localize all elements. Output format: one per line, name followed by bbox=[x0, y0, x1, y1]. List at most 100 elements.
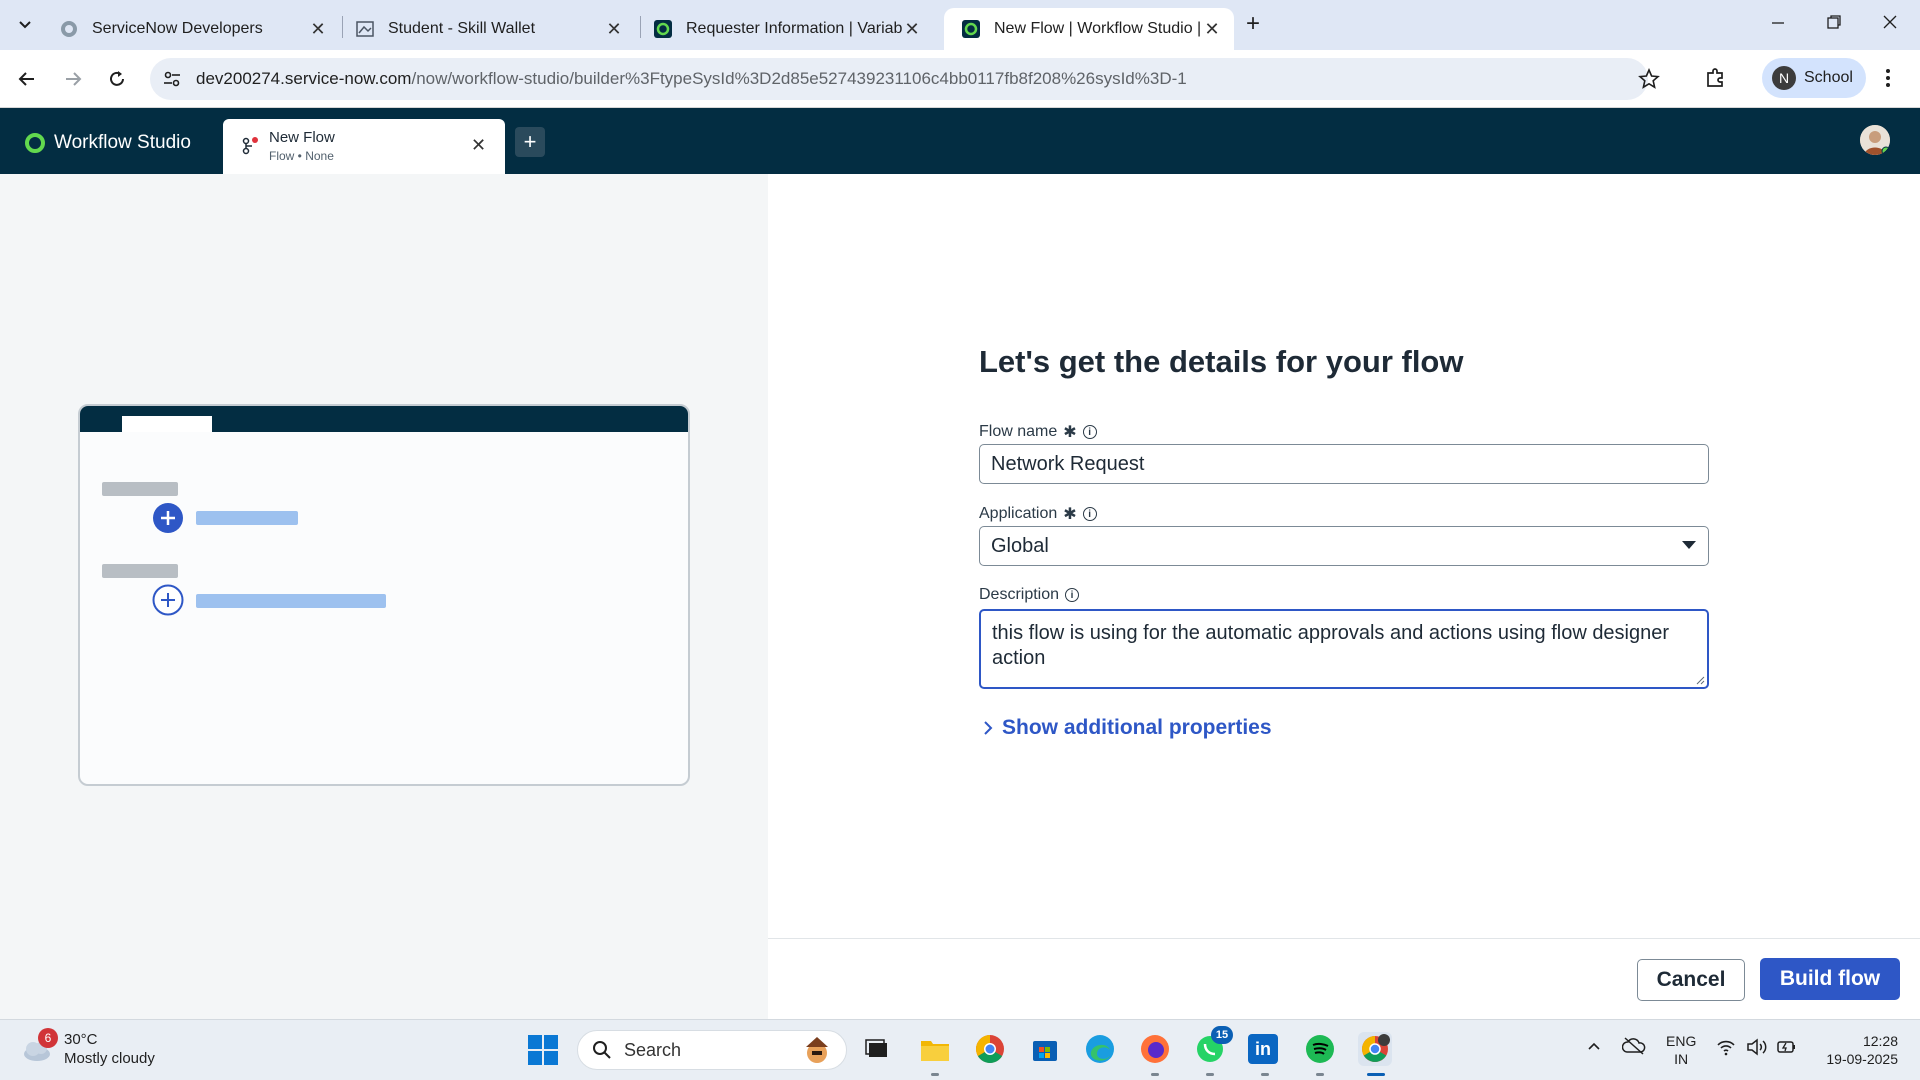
tab-search-chevron-icon[interactable] bbox=[14, 14, 36, 36]
close-icon[interactable]: ✕ bbox=[902, 19, 922, 39]
wifi-icon[interactable] bbox=[1716, 1038, 1736, 1056]
application-label: Application ✱ i bbox=[979, 504, 1097, 524]
servicenow-favicon-icon bbox=[60, 20, 78, 38]
page-title: Let's get the details for your flow bbox=[979, 344, 1464, 379]
build-flow-button[interactable]: Build flow bbox=[1760, 958, 1900, 1000]
user-avatar[interactable] bbox=[1860, 125, 1890, 155]
new-tab-plus-icon[interactable]: + bbox=[1246, 12, 1268, 36]
window-close-icon[interactable] bbox=[1880, 12, 1900, 32]
search-icon bbox=[592, 1040, 612, 1060]
caret-down-icon bbox=[1682, 541, 1696, 549]
running-indicator bbox=[1206, 1073, 1214, 1076]
required-asterisk-icon: ✱ bbox=[1063, 424, 1077, 441]
servicenow-favicon-icon bbox=[962, 20, 980, 38]
application-select[interactable]: Global bbox=[979, 526, 1709, 566]
flow-name-label: Flow name ✱ i bbox=[979, 422, 1097, 442]
close-icon[interactable]: ✕ bbox=[604, 19, 624, 39]
illustration-tab bbox=[122, 416, 212, 432]
cloud-icon: 6 bbox=[20, 1028, 58, 1066]
restore-icon[interactable] bbox=[1824, 12, 1844, 32]
workflow-studio-logo-icon bbox=[24, 132, 46, 154]
windows-start-icon[interactable] bbox=[528, 1035, 558, 1065]
description-textarea[interactable]: this flow is using for the automatic app… bbox=[979, 609, 1709, 689]
close-icon[interactable]: ✕ bbox=[1202, 19, 1222, 39]
tab-title: Student - Skill Wallet bbox=[388, 20, 536, 37]
battery-charging-icon[interactable] bbox=[1776, 1038, 1798, 1056]
cancel-button[interactable]: Cancel bbox=[1637, 959, 1745, 1001]
illustration-panel bbox=[0, 174, 768, 1019]
back-arrow-icon[interactable] bbox=[10, 62, 44, 96]
illustration-actions-placeholder bbox=[102, 564, 178, 578]
skill-wallet-favicon-icon bbox=[356, 20, 374, 38]
app-name: Workflow Studio bbox=[54, 132, 191, 153]
info-icon[interactable]: i bbox=[1082, 425, 1097, 439]
weather-widget[interactable]: 6 30°C Mostly cloudy bbox=[20, 1028, 155, 1068]
language-line1: ENG bbox=[1666, 1033, 1697, 1049]
clock-date: 19-09-2025 bbox=[1826, 1051, 1898, 1067]
browser-menu-icon[interactable] bbox=[1884, 66, 1892, 90]
whatsapp-icon[interactable]: 15 bbox=[1193, 1026, 1233, 1066]
flow-tab[interactable]: New Flow Flow • None ✕ bbox=[223, 119, 505, 174]
onedrive-offline-icon[interactable] bbox=[1622, 1036, 1646, 1056]
description-text: this flow is using for the automatic app… bbox=[992, 622, 1670, 669]
browser-tab-requester-information[interactable]: Requester Information | Variable ✕ bbox=[636, 8, 934, 50]
flow-illustration bbox=[78, 404, 690, 786]
flow-name-input[interactable]: Network Request bbox=[979, 444, 1709, 484]
file-explorer-icon[interactable] bbox=[918, 1032, 952, 1066]
minimize-icon[interactable] bbox=[1768, 12, 1788, 32]
browser-tab-servicenow-developers[interactable]: ServiceNow Developers ✕ bbox=[42, 8, 340, 50]
browser-tab-skill-wallet[interactable]: Student - Skill Wallet ✕ bbox=[338, 8, 636, 50]
tab-title: Requester Information | Variable bbox=[686, 20, 902, 37]
footer-divider bbox=[768, 938, 1920, 939]
profile-label: School bbox=[1804, 69, 1853, 86]
temperature-text: 30°C bbox=[64, 1031, 98, 1048]
add-tab-plus-icon[interactable]: + bbox=[515, 127, 545, 157]
running-indicator bbox=[1316, 1073, 1324, 1076]
servicenow-favicon-icon bbox=[654, 20, 672, 38]
taskbar-search-box[interactable]: Search bbox=[577, 1030, 847, 1070]
weather-text: Mostly cloudy bbox=[64, 1050, 155, 1067]
url-path: /now/workflow-studio/builder%3FtypeSysId… bbox=[411, 69, 1187, 88]
microsoft-store-icon[interactable] bbox=[1028, 1032, 1062, 1066]
running-indicator bbox=[1151, 1073, 1159, 1076]
clock[interactable]: 12:28 19-09-2025 bbox=[1818, 1032, 1898, 1068]
info-icon[interactable]: i bbox=[1082, 507, 1097, 521]
show-additional-properties-link[interactable]: Show additional properties bbox=[982, 716, 1272, 740]
linkedin-icon[interactable]: in bbox=[1248, 1034, 1278, 1064]
forward-arrow-icon[interactable] bbox=[56, 62, 90, 96]
chrome-profile-icon[interactable] bbox=[1358, 1032, 1392, 1066]
chrome-icon[interactable] bbox=[973, 1032, 1007, 1066]
firefox-icon[interactable] bbox=[1138, 1032, 1172, 1066]
application-select-value: Global bbox=[991, 534, 1049, 557]
close-icon[interactable]: ✕ bbox=[471, 135, 486, 156]
profile-chip[interactable]: N School bbox=[1762, 58, 1866, 98]
chevron-right-icon bbox=[982, 719, 994, 737]
language-line2: IN bbox=[1674, 1051, 1689, 1067]
close-icon[interactable]: ✕ bbox=[308, 19, 328, 39]
language-indicator[interactable]: ENG IN bbox=[1666, 1032, 1696, 1068]
volume-icon[interactable] bbox=[1746, 1038, 1768, 1056]
workflow-studio-header: Workflow Studio New Flow Flow • None ✕ + bbox=[0, 108, 1920, 174]
extensions-puzzle-icon[interactable] bbox=[1704, 66, 1728, 90]
address-bar[interactable]: dev200274.service-now.com/now/workflow-s… bbox=[150, 58, 1660, 100]
illustration-action-placeholder bbox=[196, 594, 386, 608]
taskbar-search-label: Search bbox=[624, 1039, 682, 1060]
flow-icon bbox=[241, 136, 261, 156]
bookmark-star-icon[interactable] bbox=[1638, 68, 1660, 90]
plus-circle-filled-icon bbox=[152, 502, 184, 534]
spotify-icon[interactable] bbox=[1303, 1032, 1337, 1066]
info-icon[interactable]: i bbox=[1065, 588, 1080, 602]
show-additional-properties-label: Show additional properties bbox=[1002, 716, 1272, 739]
tab-title: ServiceNow Developers bbox=[92, 20, 263, 37]
flow-tab-title: New Flow bbox=[269, 129, 335, 146]
task-view-icon[interactable] bbox=[860, 1032, 894, 1066]
reload-icon[interactable] bbox=[100, 62, 134, 96]
url-text: dev200274.service-now.com/now/workflow-s… bbox=[196, 69, 1187, 89]
description-label-text: Description bbox=[979, 586, 1060, 603]
browser-tab-new-flow[interactable]: New Flow | Workflow Studio | ServiceNow … bbox=[944, 8, 1234, 50]
site-settings-icon[interactable] bbox=[162, 69, 182, 89]
edge-icon[interactable] bbox=[1083, 1032, 1117, 1066]
resize-grip-icon[interactable] bbox=[1695, 675, 1705, 685]
chevron-up-icon[interactable] bbox=[1586, 1038, 1602, 1054]
profile-avatar: N bbox=[1772, 66, 1796, 90]
